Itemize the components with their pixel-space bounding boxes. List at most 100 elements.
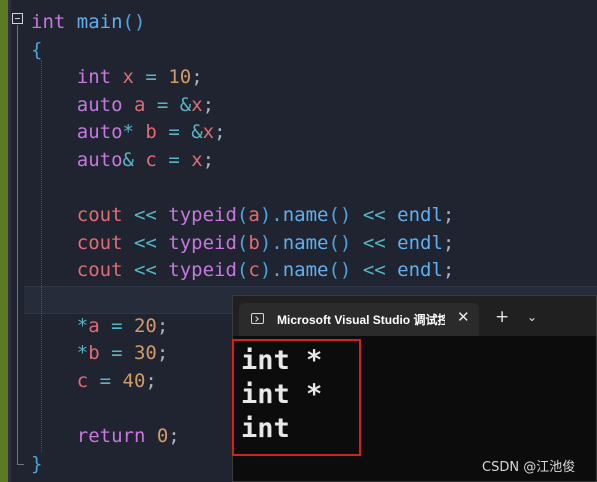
code-token: * [122, 121, 134, 144]
tab-title: Microsoft Visual Studio 调试控制台 [277, 313, 445, 327]
code-token: ( [236, 259, 249, 282]
code-token: b [248, 231, 260, 254]
code-token: b [145, 121, 157, 144]
code-token: << [122, 204, 169, 227]
code-token: cout [31, 259, 123, 282]
code-token: = [88, 369, 123, 392]
code-token: a [248, 204, 260, 227]
code-token: auto [31, 121, 123, 144]
code-token: auto [31, 149, 123, 171]
code-line: c = 40; [31, 367, 157, 395]
code-token: endl [397, 231, 443, 254]
code-token: 0 [156, 425, 169, 447]
change-margin [8, 0, 11, 482]
code-line: cout << typeid(a).name() << endl; [31, 201, 455, 229]
code-token: name [282, 259, 329, 282]
code-token: ). [259, 259, 283, 282]
code-token: = [99, 314, 134, 337]
code-line: { [31, 36, 42, 64]
code-token: c [145, 149, 157, 171]
code-line: auto a = &x; [31, 91, 214, 119]
code-token: 10 [168, 66, 192, 89]
fold-guide-end [17, 464, 24, 465]
code-token: main [76, 11, 123, 33]
breakpoint-gutter[interactable] [0, 0, 8, 482]
code-token: ; [214, 121, 226, 144]
code-token: = [133, 66, 169, 89]
code-line: int main() [31, 8, 145, 36]
code-token: endl [397, 259, 443, 282]
code-token: typeid [168, 231, 237, 254]
code-token: () [328, 204, 352, 227]
code-token: cout [31, 231, 123, 254]
code-token: = & [145, 93, 192, 116]
terminal-icon [251, 313, 264, 324]
code-line: } [31, 450, 42, 478]
code-line: cout << typeid(b).name() << endl; [31, 229, 455, 257]
code-token: ; [202, 93, 215, 116]
code-token: typeid [168, 259, 237, 282]
code-token: x [191, 149, 203, 171]
code-token: int [31, 11, 66, 33]
tab-debug-console[interactable]: Microsoft Visual Studio 调试控制台 ✕ [239, 303, 479, 336]
code-token: ; [442, 259, 455, 282]
code-token: () [328, 259, 352, 282]
fold-guide [17, 25, 18, 465]
code-line: return 0; [31, 422, 180, 450]
code-line: *b = 30; [31, 339, 169, 367]
terminal-tab-bar: Microsoft Visual Studio 调试控制台 ✕ + ⌄ [233, 296, 596, 336]
code-token: << [122, 259, 169, 282]
code-token: << [351, 204, 398, 227]
code-token: b [88, 342, 100, 365]
code-token: << [351, 231, 398, 254]
code-token: name [282, 231, 329, 254]
code-line: auto& c = x; [31, 146, 214, 174]
code-token: x [191, 93, 203, 116]
code-token: 30 [133, 342, 157, 365]
code-token: name [282, 204, 329, 227]
code-token: } [31, 452, 43, 475]
code-token: * [31, 342, 89, 365]
code-line: cout << typeid(c).name() << endl; [31, 256, 455, 284]
new-tab-icon[interactable]: + [495, 309, 509, 326]
code-line: auto* b = &x; [31, 118, 226, 146]
collapse-icon[interactable] [12, 13, 23, 24]
code-token: 40 [122, 369, 146, 392]
code-token: ; [156, 314, 169, 337]
code-token: = [156, 149, 192, 171]
code-token: ). [259, 231, 283, 254]
code-token: typeid [168, 204, 237, 227]
code-token: { [31, 38, 43, 61]
code-token: << [351, 259, 398, 282]
code-token: () [122, 11, 146, 33]
code-token: return [31, 425, 146, 447]
code-line: int x = 10; [31, 63, 203, 91]
code-token: & [122, 149, 134, 171]
code-token: ; [156, 342, 169, 365]
code-token: ( [236, 204, 249, 227]
code-token: ; [168, 425, 180, 447]
chevron-down-icon[interactable]: ⌄ [527, 309, 537, 326]
code-token: () [328, 231, 352, 254]
highlight-box [232, 339, 361, 456]
code-token: endl [397, 204, 443, 227]
code-token: int [31, 66, 112, 89]
code-token: c [31, 369, 89, 392]
code-token: ). [259, 204, 283, 227]
code-token: ; [191, 66, 203, 89]
code-token: a [88, 314, 100, 337]
code-token: = & [156, 121, 203, 144]
code-token: cout [31, 204, 123, 227]
code-token: ; [442, 231, 455, 254]
close-tab-icon[interactable]: ✕ [457, 308, 470, 326]
code-token: ; [145, 369, 157, 392]
code-token: = [99, 342, 134, 365]
code-token: c [248, 259, 260, 282]
code-token: a [133, 93, 146, 116]
